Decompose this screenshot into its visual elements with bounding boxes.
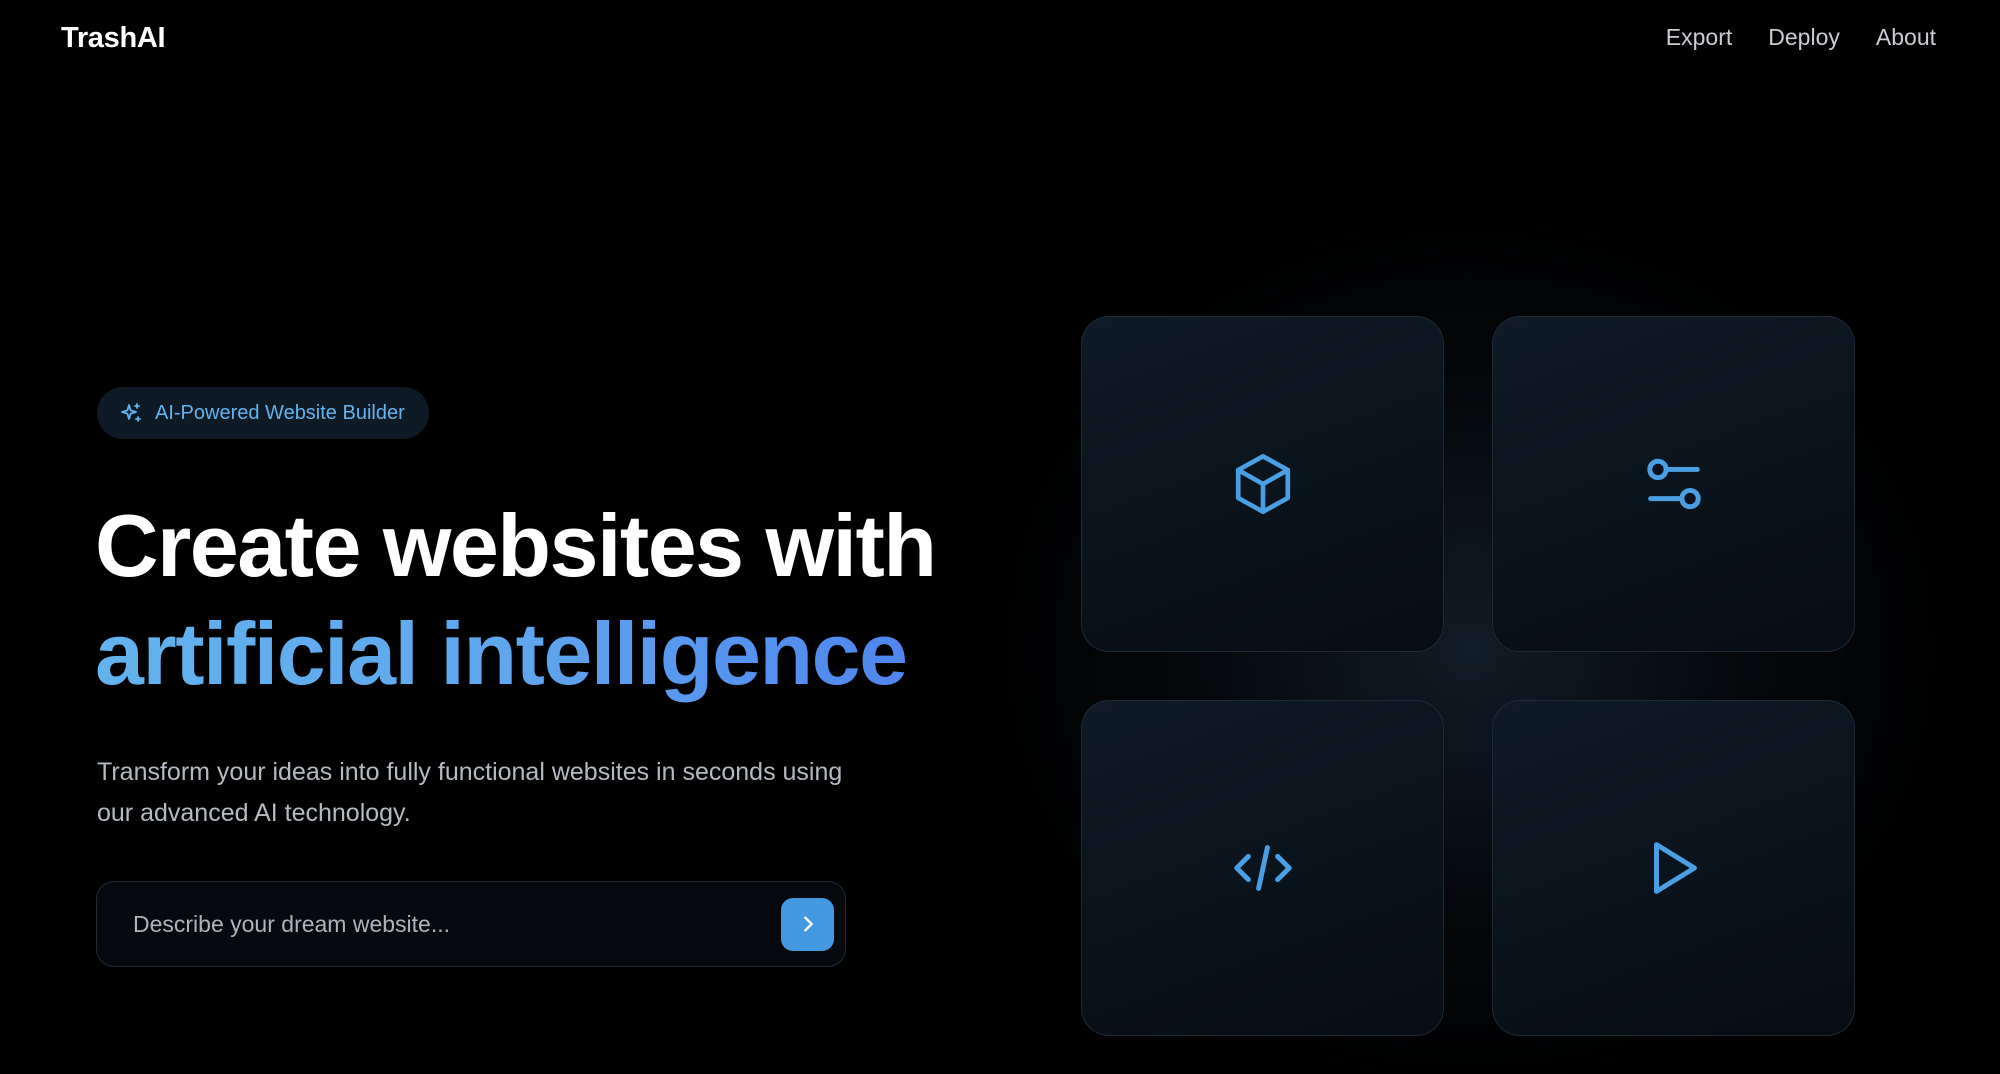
feature-tile-code[interactable] (1081, 700, 1444, 1036)
sparkles-icon (121, 403, 141, 422)
play-icon (1653, 842, 1697, 894)
headline-line-2: artificial intelligence (95, 600, 936, 708)
nav-export[interactable]: Export (1666, 24, 1732, 51)
hero-headline: Create websites with artificial intellig… (95, 492, 937, 708)
sliders-icon (1646, 458, 1701, 510)
chevron-right-icon (803, 916, 813, 932)
feature-tile-preview[interactable] (1492, 700, 1855, 1036)
feature-tile-build[interactable] (1081, 316, 1444, 652)
page: TrashAI Export Deploy About AI-Powered W… (0, 0, 2000, 1074)
headline-line-1: Create websites with (95, 496, 937, 595)
code-icon (1233, 845, 1292, 891)
top-nav: Export Deploy About (1666, 24, 1936, 51)
hero-subtext: Transform your ideas into fully function… (97, 758, 843, 827)
cube-icon (1235, 453, 1290, 515)
prompt-box (96, 881, 846, 967)
feature-badge: AI-Powered Website Builder (97, 387, 429, 439)
nav-about[interactable]: About (1876, 24, 1936, 51)
feature-tile-customize[interactable] (1492, 316, 1855, 652)
prompt-input[interactable] (97, 909, 781, 939)
nav-deploy[interactable]: Deploy (1768, 24, 1840, 51)
logo[interactable]: TrashAI (61, 22, 166, 55)
send-button[interactable] (781, 897, 834, 951)
badge-label: AI-Powered Website Builder (155, 401, 405, 424)
